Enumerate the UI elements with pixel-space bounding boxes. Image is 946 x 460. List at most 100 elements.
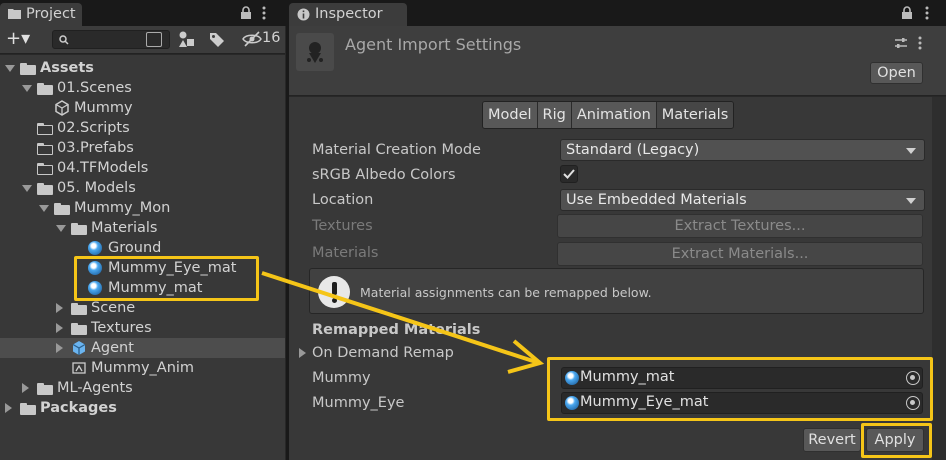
tree-item-ml-agents[interactable]: ML-Agents — [0, 378, 285, 398]
inspector-title: Agent Import Settings — [345, 35, 522, 54]
material-icon — [88, 241, 102, 255]
top-tab-strip — [0, 0, 946, 26]
tree-item-mummy-anim[interactable]: Mummy_Anim — [0, 358, 285, 378]
folder-icon — [37, 143, 53, 155]
collapsed-arrow-icon[interactable] — [56, 343, 63, 353]
revert-button[interactable]: Revert — [803, 428, 861, 452]
tree-item-label: Mummy_Mon — [74, 200, 171, 216]
remapped-materials-header: Remapped Materials — [312, 322, 481, 338]
folder-icon — [8, 9, 21, 19]
kebab-menu-icon[interactable] — [262, 6, 266, 24]
filter-by-label-icon[interactable] — [209, 32, 225, 52]
tree-item-agent[interactable]: Agent — [0, 338, 285, 358]
search-by-type-icon[interactable] — [146, 32, 162, 47]
warning-icon — [318, 276, 350, 308]
tree-item-01-scenes[interactable]: 01.Scenes — [0, 78, 285, 98]
inspector-scrollbar[interactable] — [932, 97, 946, 460]
check-icon — [563, 169, 575, 179]
srgb-albedo-checkbox[interactable] — [560, 165, 578, 183]
tree-item-03-prefabs[interactable]: 03.Prefabs — [0, 138, 285, 158]
chevron-down-icon — [906, 148, 916, 154]
tab-inspector[interactable]: Inspector — [289, 3, 407, 26]
location-dropdown[interactable]: Use Embedded Materials — [560, 189, 925, 211]
tab-inspector-label: Inspector — [315, 6, 383, 22]
tab-rig[interactable]: Rig — [536, 102, 571, 128]
lock-icon[interactable] — [901, 6, 913, 24]
textures-label: Textures — [312, 218, 373, 234]
tree-item-packages[interactable]: Packages — [0, 398, 285, 418]
presets-icon[interactable] — [894, 36, 908, 54]
tree-item-mummy-mon[interactable]: Mummy_Mon — [0, 198, 285, 218]
lock-icon[interactable] — [240, 6, 252, 24]
expanded-arrow-icon[interactable] — [22, 185, 32, 192]
tab-project[interactable]: Project — [0, 3, 82, 26]
folder-icon — [37, 83, 53, 95]
tree-item-05-models[interactable]: 05. Models — [0, 178, 285, 198]
hidden-packages-count: 16 — [262, 30, 281, 46]
filter-by-type-icon[interactable] — [178, 31, 195, 52]
material-creation-mode-value: Standard (Legacy) — [566, 142, 700, 158]
on-demand-remap-foldout[interactable]: On Demand Remap — [312, 343, 454, 363]
folder-icon — [37, 123, 53, 135]
collapsed-arrow-icon[interactable] — [5, 403, 12, 413]
foldout-arrow-icon[interactable] — [299, 348, 306, 358]
folder-icon — [20, 63, 36, 75]
remap-label-mummy-eye: Mummy_Eye — [312, 395, 405, 411]
tree-item-label: ML-Agents — [57, 380, 133, 396]
info-icon — [297, 8, 310, 21]
kebab-menu-icon[interactable] — [925, 6, 929, 24]
tree-item-label: Agent — [91, 340, 134, 356]
tab-project-label: Project — [26, 6, 76, 22]
tree-item-scene[interactable]: Scene — [0, 298, 285, 318]
material-creation-mode-dropdown[interactable]: Standard (Legacy) — [560, 139, 925, 161]
material-creation-mode-label: Material Creation Mode — [312, 142, 481, 158]
info-message: Material assignments can be remapped bel… — [360, 285, 652, 300]
tree-item-label: Assets — [40, 60, 94, 76]
highlight-box-remaps — [547, 357, 933, 421]
highlight-box-apply — [861, 423, 932, 458]
folder-icon — [71, 323, 87, 335]
tree-item-02-scripts[interactable]: 02.Scripts — [0, 118, 285, 138]
tab-animation[interactable]: Animation — [570, 102, 656, 128]
expanded-arrow-icon[interactable] — [39, 205, 49, 212]
chevron-down-icon — [906, 198, 916, 204]
tree-item-label: 04.TFModels — [57, 160, 149, 176]
import-tabs: Model Rig Animation Materials — [482, 101, 735, 129]
tree-item-label: 02.Scripts — [57, 120, 130, 136]
tree-item-materials[interactable]: Materials — [0, 218, 285, 238]
create-button[interactable]: +▾ — [6, 29, 40, 49]
expanded-arrow-icon[interactable] — [22, 85, 32, 92]
remap-label-mummy: Mummy — [312, 370, 371, 386]
tree-item-label: Mummy_Anim — [91, 360, 195, 376]
folder-icon — [37, 383, 53, 395]
tree-item-assets[interactable]: Assets — [0, 58, 285, 78]
extract-materials-button[interactable]: Extract Materials... — [557, 242, 923, 266]
collapsed-arrow-icon[interactable] — [22, 383, 29, 393]
tab-materials[interactable]: Materials — [655, 102, 734, 128]
tree-item-label: 03.Prefabs — [57, 140, 134, 156]
hidden-packages-icon[interactable] — [242, 31, 262, 51]
tree-item-label: Ground — [108, 240, 162, 256]
more-options-icon[interactable] — [918, 36, 922, 54]
search-icon — [59, 35, 69, 45]
highlight-box-materials — [74, 256, 259, 301]
extract-textures-button[interactable]: Extract Textures... — [557, 214, 923, 238]
project-toolbar: +▾ 16 — [0, 26, 285, 54]
collapsed-arrow-icon[interactable] — [56, 323, 63, 333]
collapsed-arrow-icon[interactable] — [56, 303, 63, 313]
tree-item-mummy[interactable]: Mummy — [0, 98, 285, 118]
folder-icon — [71, 223, 87, 235]
expanded-arrow-icon[interactable] — [5, 65, 15, 72]
folder-icon — [37, 163, 53, 175]
tree-item-ground[interactable]: Ground — [0, 238, 285, 258]
tree-item-04-tfmodels[interactable]: 04.TFModels — [0, 158, 285, 178]
unity-scene-icon — [55, 100, 69, 116]
tree-item-label: 01.Scenes — [57, 80, 132, 96]
tree-item-textures[interactable]: Textures — [0, 318, 285, 338]
folder-icon — [71, 303, 87, 315]
location-label: Location — [312, 192, 374, 208]
open-button[interactable]: Open — [870, 62, 923, 84]
animation-icon — [72, 362, 86, 374]
tab-model[interactable]: Model — [483, 102, 537, 128]
expanded-arrow-icon[interactable] — [56, 225, 66, 232]
